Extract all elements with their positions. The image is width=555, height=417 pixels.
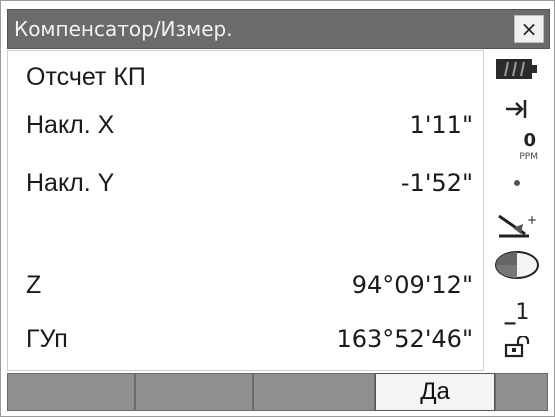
- softkey-bar: Да: [7, 373, 548, 411]
- row-horizontal-angle: ГУп 163°52'46": [8, 317, 485, 361]
- level-icon: ▁1: [504, 300, 530, 325]
- softkey-2[interactable]: [135, 373, 253, 411]
- ppm-icon: 0 PPM: [492, 130, 542, 166]
- zenith-value: 94°09'12": [351, 271, 473, 299]
- close-icon: ×: [520, 17, 538, 41]
- svg-text:+: +: [527, 213, 537, 227]
- tilt-x-value: 1'11": [409, 111, 473, 139]
- horizontal-angle-value: 163°52'46": [336, 325, 473, 353]
- zenith-label: Z: [26, 271, 42, 299]
- row-tilt-x: Накл. X 1'11": [8, 103, 485, 147]
- row-empty: [8, 211, 485, 255]
- tilt-y-value: -1'52": [400, 169, 473, 197]
- tilt-circle-icon: [492, 250, 542, 280]
- title-bar: Компенсатор/Измер. ×: [7, 9, 550, 49]
- row-reading: Отсчет КП: [8, 55, 485, 99]
- ppm-value: 0: [523, 130, 536, 151]
- horizontal-angle-label: ГУп: [26, 325, 68, 353]
- battery-icon: [492, 58, 542, 80]
- measurement-panel: Отсчет КП Накл. X 1'11" Накл. Y -1'52" Z…: [7, 50, 484, 371]
- row-zenith: Z 94°09'12": [8, 263, 485, 307]
- prism-icon: +: [492, 212, 542, 240]
- row-tilt-y: Накл. Y -1'52": [8, 161, 485, 205]
- status-column: 0 PPM + ▁1: [486, 50, 548, 371]
- target-icon: [492, 96, 542, 122]
- softkey-5[interactable]: [495, 373, 548, 411]
- ppm-unit: PPM: [519, 152, 538, 162]
- close-button[interactable]: ×: [514, 15, 544, 43]
- softkey-3[interactable]: [253, 373, 375, 411]
- instrument-screen: Компенсатор/Измер. × Отсчет КП Накл. X 1…: [0, 0, 555, 417]
- reading-label: Отсчет КП: [26, 63, 146, 91]
- window-title: Компенсатор/Измер.: [14, 17, 233, 41]
- tilt-y-label: Накл. Y: [26, 169, 115, 197]
- dot-icon: [492, 178, 542, 188]
- level-value: 1: [515, 300, 530, 325]
- yes-button[interactable]: Да: [375, 373, 495, 411]
- yes-button-label: Да: [420, 378, 450, 405]
- tilt-x-label: Накл. X: [26, 111, 115, 139]
- softkey-1[interactable]: [7, 373, 135, 411]
- lock-icon: [492, 336, 542, 358]
